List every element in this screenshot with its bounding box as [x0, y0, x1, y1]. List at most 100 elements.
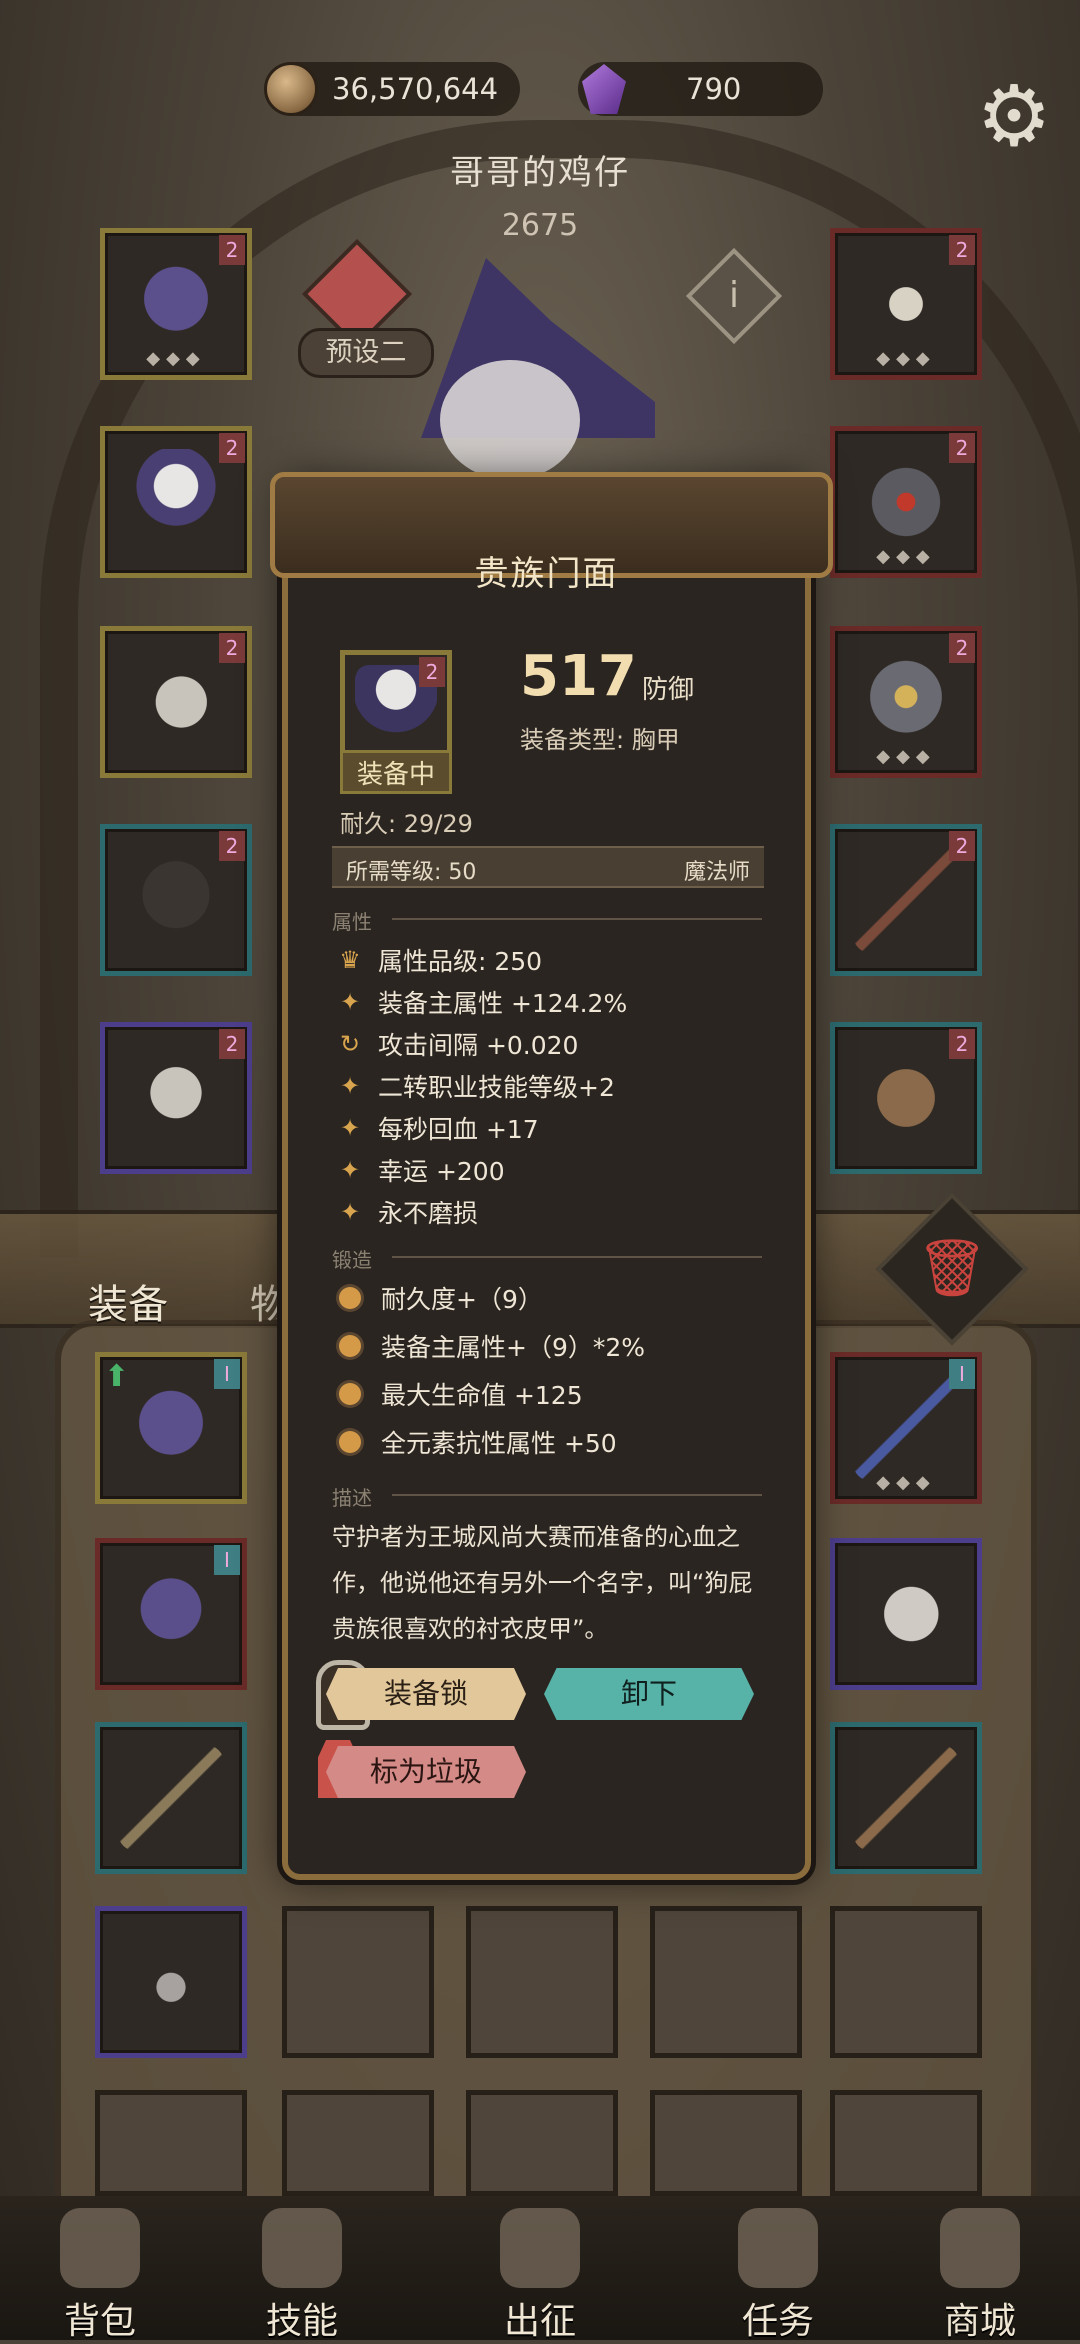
equip-slot-armor[interactable]: 2 — [100, 426, 252, 578]
coin-counter: 36,570,644 — [264, 62, 520, 116]
equip-slot-boots[interactable]: 2 — [100, 1022, 252, 1174]
socket-gems: ◆◆◆ — [876, 546, 936, 567]
armor-item-icon — [123, 449, 229, 555]
cross-necklace-icon — [118, 1929, 224, 2035]
section-forge: 锻造 — [332, 1244, 762, 1273]
forge-row: 最大生命值 +125 — [332, 1376, 583, 1412]
inventory-slot[interactable] — [830, 1538, 982, 1690]
equip-slot-ring-2[interactable]: 2 ◆◆◆ — [830, 626, 982, 778]
nav-skills[interactable]: 技能 — [222, 2196, 382, 2342]
mark-as-trash-button[interactable]: 标为垃圾 — [326, 1746, 526, 1798]
equip-slot-amulet[interactable]: 2 ◆◆◆ — [830, 228, 982, 380]
nav-backpack[interactable]: 背包 — [20, 2196, 180, 2342]
bottom-nav: 背包 技能 出征 任务 商城 — [0, 2196, 1080, 2342]
forge-dot-icon — [339, 1287, 361, 1309]
forge-text: 耐久度+（9） — [381, 1285, 543, 1314]
item-description: 守护者为王城风尚大赛而准备的心血之作，他说他还有另外一个名字，叫“狗屁贵族很喜欢… — [332, 1523, 753, 1643]
inventory-slot-empty[interactable] — [830, 1906, 982, 2058]
hat-item-icon — [118, 1375, 224, 1481]
equip-slot-weapon[interactable]: 2 — [830, 824, 982, 976]
inventory-slot-empty[interactable] — [466, 2090, 618, 2196]
preset-selector[interactable]: 预设二 — [298, 328, 434, 378]
inventory-slot-empty[interactable] — [282, 2090, 434, 2196]
grade-badge: 2 — [949, 633, 975, 663]
attribute-text: 攻击间隔 +0.020 — [378, 1031, 579, 1060]
socket-gems: ◆◆◆ — [146, 348, 206, 369]
attribute-text: 属性品级: 250 — [378, 947, 543, 976]
inventory-slot[interactable] — [95, 1722, 247, 1874]
quest-icon — [738, 2208, 818, 2288]
nav-quests[interactable]: 任务 — [698, 2196, 858, 2342]
forge-text: 最大生命值 +125 — [381, 1381, 583, 1410]
inventory-slot[interactable] — [830, 1722, 982, 1874]
inventory-slot-empty[interactable] — [650, 1906, 802, 2058]
nav-shop[interactable]: 商城 — [900, 2196, 1060, 2342]
grade-badge: 2 — [219, 433, 245, 463]
inventory-slot[interactable]: ⬆ I — [95, 1352, 247, 1504]
boots-item-icon — [123, 1045, 229, 1151]
grade-badge: 2 — [219, 831, 245, 861]
book-item-icon — [853, 1045, 959, 1151]
armor-item-icon — [118, 1561, 224, 1667]
forge-text: 全元素抗性属性 +50 — [381, 1429, 617, 1458]
socket-gems: ◆◆◆ — [876, 746, 936, 767]
attribute-row: ✦ 每秒回血 +17 — [332, 1110, 539, 1146]
star-icon: ✦ — [339, 1072, 361, 1100]
equip-lock-button[interactable]: 装备锁 — [326, 1668, 526, 1720]
forge-text: 装备主属性+（9）*2% — [381, 1333, 646, 1362]
nav-expedition[interactable]: 出征 — [460, 2196, 620, 2342]
item-name: 贵族门面 — [474, 554, 619, 594]
section-description: 描述 — [332, 1482, 762, 1511]
grade-badge: 2 — [219, 1029, 245, 1059]
inventory-slot-empty[interactable] — [95, 2090, 247, 2196]
forge-row: 耐久度+（9） — [332, 1280, 543, 1316]
nav-label: 出征 — [503, 2301, 576, 2342]
inventory-slot-empty[interactable] — [466, 1906, 618, 2058]
equip-slot-offhand[interactable]: 2 — [830, 1022, 982, 1174]
grade-crown-icon: ♛ — [339, 946, 361, 974]
tab-equipment[interactable]: 装备 — [88, 1272, 168, 1330]
item-type: 装备类型: 胸甲 — [520, 726, 680, 754]
inventory-slot-empty[interactable] — [830, 2090, 982, 2196]
inventory-slot[interactable] — [95, 1906, 247, 2058]
equip-slot-ring-1[interactable]: 2 ◆◆◆ — [830, 426, 982, 578]
grade-badge: I — [214, 1359, 240, 1389]
grade-badge: 2 — [949, 831, 975, 861]
character-name: 哥哥的鸡仔 — [450, 153, 630, 193]
shop-crown-icon — [940, 2208, 1020, 2288]
unequip-button[interactable]: 卸下 — [544, 1668, 754, 1720]
inventory-slot[interactable]: I ◆◆◆ — [830, 1352, 982, 1504]
grade-badge: 2 — [219, 235, 245, 265]
gem-amount: 790 — [686, 72, 742, 106]
grade-badge: 2 — [219, 633, 245, 663]
equip-slot-pants[interactable]: 2 — [100, 824, 252, 976]
equip-slot-hat[interactable]: 2 ◆◆◆ — [100, 228, 252, 380]
nav-label: 商城 — [943, 2301, 1016, 2342]
grade-badge: 2 — [419, 657, 445, 687]
staff-item-icon — [118, 1745, 224, 1851]
attribute-row: ↻ 攻击间隔 +0.020 — [332, 1026, 579, 1062]
main-stat-name: 防御 — [642, 675, 695, 705]
equip-slot-gloves[interactable]: 2 — [100, 626, 252, 778]
inventory-slot[interactable]: I — [95, 1538, 247, 1690]
attribute-row: ✦ 二转职业技能等级+2 — [332, 1068, 615, 1104]
grade-badge: I — [949, 1359, 975, 1389]
character-score: 2675 — [501, 208, 579, 243]
ring-item-icon — [853, 449, 959, 555]
staff-item-icon — [853, 1745, 959, 1851]
star-icon: ✦ — [339, 1114, 361, 1142]
coin-amount: 36,570,644 — [332, 72, 499, 106]
gloves-item-icon — [123, 649, 229, 755]
gem-icon — [582, 64, 626, 114]
ring-item-icon — [853, 649, 959, 755]
inventory-slot-empty[interactable] — [282, 1906, 434, 2058]
gear-icon[interactable]: ⚙ — [970, 72, 1058, 160]
section-attributes: 属性 — [332, 906, 762, 935]
inventory-slot-empty[interactable] — [650, 2090, 802, 2196]
skill-book-icon — [262, 2208, 342, 2288]
wand-item-icon — [853, 1375, 959, 1481]
character-portrait — [440, 360, 580, 480]
socket-gems: ◆◆◆ — [876, 1472, 936, 1493]
forge-row: 装备主属性+（9）*2% — [332, 1328, 645, 1364]
backpack-icon — [60, 2208, 140, 2288]
